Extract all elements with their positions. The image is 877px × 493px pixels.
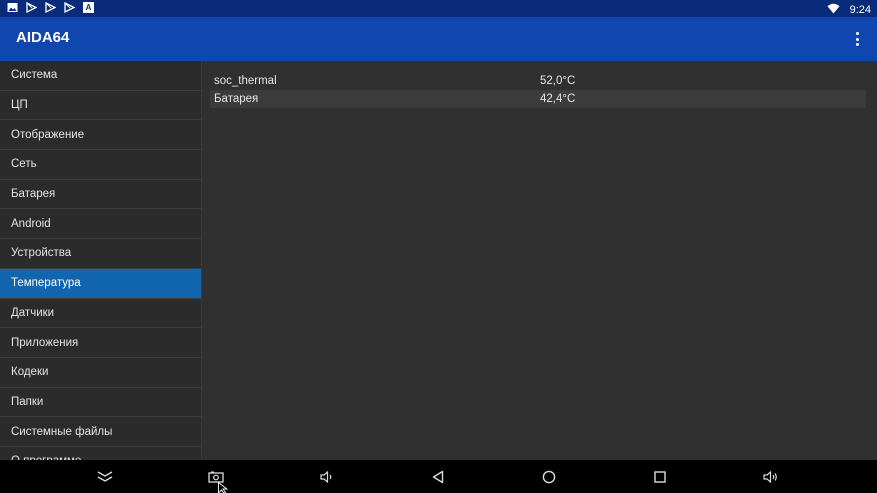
play-store-icon [64, 2, 75, 13]
a-notification-icon: A [83, 2, 94, 13]
app-title: AIDA64 [16, 29, 70, 46]
sensor-name: soc_thermal [214, 75, 277, 87]
clock: 9:24 [849, 4, 871, 16]
notification-icons: A [7, 2, 94, 13]
play-store-icon [26, 2, 37, 13]
sidebar-item-sensors[interactable]: Датчики [0, 299, 201, 329]
status-bar: A 9:24 [0, 0, 877, 17]
sidebar-item-temperature[interactable]: Температура [0, 268, 201, 299]
sidebar-item-system-files[interactable]: Системные файлы [0, 417, 201, 447]
hide-bar-icon[interactable] [96, 468, 114, 486]
sidebar-item-android[interactable]: Android [0, 209, 201, 240]
volume-down-icon[interactable] [318, 468, 336, 486]
sidebar-item-cpu[interactable]: ЦП [0, 91, 201, 121]
sidebar-item-network[interactable]: Сеть [0, 150, 201, 180]
sidebar: Система ЦП Отображение Сеть Батарея Andr… [0, 61, 202, 460]
back-icon[interactable] [429, 468, 447, 486]
volume-up-icon[interactable] [762, 468, 780, 486]
list-item[interactable]: soc_thermal 52,0°C [210, 72, 866, 90]
overflow-menu-icon[interactable] [849, 29, 865, 49]
list-item[interactable]: Батарея 42,4°C [210, 90, 866, 108]
sidebar-item-system[interactable]: Система [0, 61, 201, 91]
sensor-name: Батарея [214, 93, 259, 105]
recents-icon[interactable] [651, 468, 669, 486]
home-icon[interactable] [540, 468, 558, 486]
sidebar-item-devices[interactable]: Устройства [0, 239, 201, 269]
sensor-value: 42,4°C [540, 93, 576, 105]
sidebar-item-about[interactable]: О программе [0, 447, 201, 460]
sidebar-item-apps[interactable]: Приложения [0, 328, 201, 358]
temperature-panel: soc_thermal 52,0°C Батарея 42,4°C [202, 61, 877, 460]
sidebar-item-codecs[interactable]: Кодеки [0, 358, 201, 388]
mouse-cursor-icon [218, 481, 230, 493]
sidebar-item-battery[interactable]: Батарея [0, 180, 201, 210]
gallery-icon [7, 2, 18, 13]
play-store-icon [45, 2, 56, 13]
sidebar-item-display[interactable]: Отображение [0, 120, 201, 151]
sidebar-item-folders[interactable]: Папки [0, 388, 201, 418]
navigation-bar [0, 460, 877, 493]
app-bar: AIDA64 [0, 17, 877, 61]
sensor-value: 52,0°C [540, 75, 576, 87]
